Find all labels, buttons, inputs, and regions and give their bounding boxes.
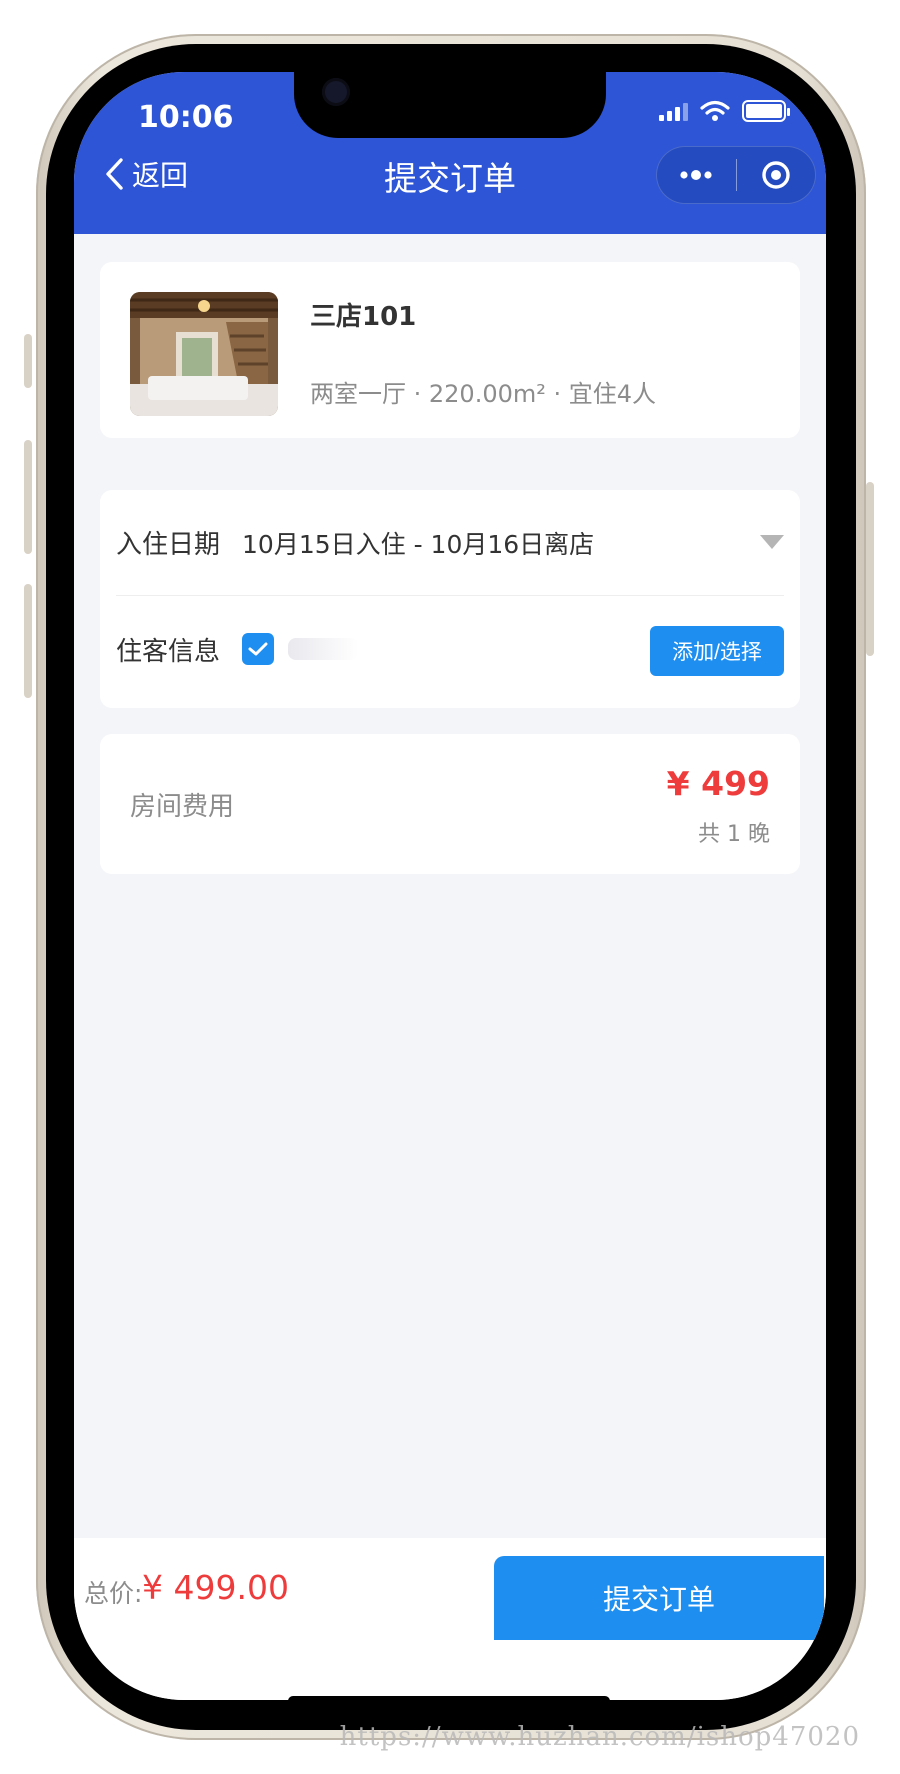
room-fee-label: 房间费用 — [130, 792, 235, 822]
room-fee-nights: 共 1 晚 — [698, 822, 770, 847]
submit-order-button[interactable]: 提交订单 — [494, 1556, 824, 1640]
mini-program-capsule — [656, 146, 816, 204]
phone-side-button — [24, 334, 32, 388]
watermark-url: https://www.huzhan.com/ishop47020 — [339, 1722, 860, 1752]
guest-name-redacted — [288, 638, 359, 660]
more-button[interactable] — [657, 147, 736, 203]
caret-down-icon — [760, 535, 784, 549]
app-screen: 10:06 返回 提交订单 三店101 两室一厅 · 220.00m² · 宜住… — [74, 72, 826, 1700]
home-indicator — [288, 1696, 610, 1700]
checkmark-icon — [248, 642, 268, 656]
room-name: 三店101 — [310, 302, 417, 332]
close-mini-program-button[interactable] — [737, 147, 816, 203]
room-meta: 两室一厅 · 220.00m² · 宜住4人 — [310, 380, 657, 408]
guest-checkbox[interactable] — [242, 633, 275, 665]
status-time: 10:06 — [138, 100, 234, 135]
guest-info-label: 住客信息 — [116, 636, 221, 667]
room-fee-price: ¥ 499 — [666, 764, 770, 803]
total-price: ¥ 499.00 — [142, 1568, 289, 1607]
target-circle-icon — [762, 161, 790, 189]
phone-power-button — [866, 482, 874, 656]
stay-date-value: 10月15日入住 - 10月16日离店 — [242, 529, 595, 559]
room-fee-card: 房间费用 ¥ 499 共 1 晚 — [100, 734, 800, 874]
battery-icon — [742, 100, 790, 122]
more-dots-icon — [680, 170, 712, 180]
add-select-guest-button[interactable]: 添加/选择 — [650, 626, 784, 676]
stay-date-row[interactable]: 入住日期 10月15日入住 - 10月16日离店 — [116, 490, 784, 596]
nav-header: 10:06 返回 提交订单 — [74, 72, 826, 234]
checkout-footer: 总价: ¥ 499.00 提交订单 — [74, 1538, 826, 1700]
status-icons — [659, 100, 790, 122]
stay-date-label: 入住日期 — [116, 530, 221, 560]
guest-info-row: 住客信息 添加/选择 — [116, 596, 784, 702]
room-thumbnail — [130, 292, 278, 416]
notch — [294, 72, 606, 138]
booking-info-card: 入住日期 10月15日入住 - 10月16日离店 住客信息 添加/选择 — [100, 490, 800, 708]
wifi-icon — [700, 100, 730, 121]
phone-volume-up-button — [24, 440, 32, 554]
phone-volume-down-button — [24, 584, 32, 698]
signal-icon — [659, 101, 688, 121]
total-label: 总价: — [84, 1579, 143, 1608]
room-card[interactable]: 三店101 两室一厅 · 220.00m² · 宜住4人 — [100, 262, 800, 438]
